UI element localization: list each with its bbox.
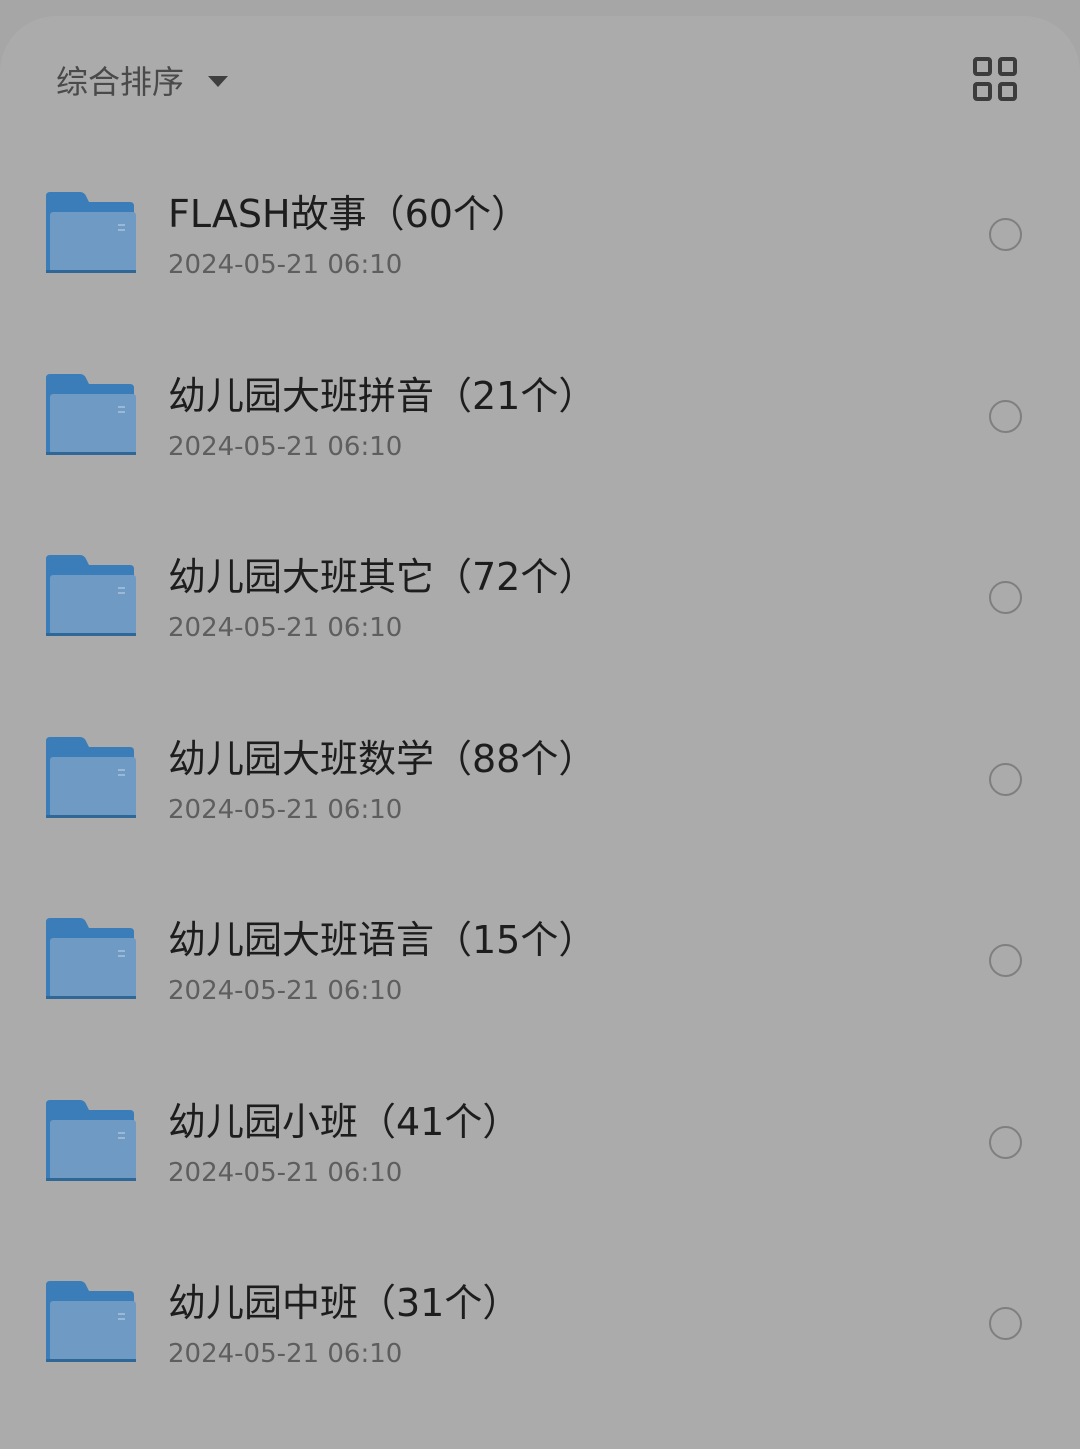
folder-row[interactable]: 幼儿园小班（41个） 2024-05-21 06:10 [0,1051,1080,1233]
select-radio[interactable] [989,399,1022,433]
select-radio[interactable] [989,1125,1022,1159]
folder-icon [44,192,138,276]
folder-name: 幼儿园大班语言（15个） [168,918,597,962]
folder-row[interactable]: 幼儿园大班拼音（21个） 2024-05-21 06:10 [0,325,1080,507]
folder-name: 幼儿园大班数学（88个） [168,736,597,781]
select-radio[interactable] [989,944,1022,977]
folder-icon [44,555,138,639]
folder-name: 幼儿园大班拼音（21个） [168,373,597,418]
folder-row[interactable]: FLASH故事（60个） 2024-05-21 06:10 [0,143,1080,325]
select-radio[interactable] [989,218,1022,251]
folder-date: 2024-05-21 06:10 [168,1157,403,1188]
folder-date: 2024-05-21 06:10 [168,613,403,643]
folder-date: 2024-05-21 06:10 [168,976,403,1006]
folder-icon [44,918,138,1002]
folder-icon [44,1281,138,1365]
folder-name: 幼儿园中班（31个） [168,1281,521,1325]
select-radio[interactable] [989,581,1022,614]
sort-dropdown[interactable]: 综合排序 [56,56,229,104]
select-radio[interactable] [989,762,1022,796]
folder-name: FLASH故事（60个） [168,192,529,236]
folder-date: 2024-05-21 06:10 [168,794,403,825]
folder-date: 2024-05-21 06:10 [168,431,403,462]
sort-label: 综合排序 [56,63,185,101]
folder-date: 2024-05-21 06:10 [168,1339,403,1369]
folder-icon [44,373,138,458]
caret-down-icon [208,75,229,87]
grid-view-icon[interactable] [972,56,1018,102]
folder-name: 幼儿园大班其它（72个） [168,555,597,599]
folder-date: 2024-05-21 06:10 [168,250,403,280]
folder-row[interactable]: 幼儿园大班其它（72个） 2024-05-21 06:10 [0,506,1080,688]
folder-name: 幼儿园小班（41个） [168,1099,521,1144]
list-toolbar: 综合排序 [0,16,1080,144]
folder-icon [44,736,138,821]
folder-icon [44,1099,138,1184]
folder-row[interactable]: 幼儿园大班语言（15个） 2024-05-21 06:10 [0,869,1080,1051]
folder-row[interactable]: 幼儿园大班数学（88个） 2024-05-21 06:10 [0,688,1080,870]
select-radio[interactable] [989,1307,1022,1340]
folder-row[interactable]: 幼儿园中班（31个） 2024-05-21 06:10 [0,1232,1080,1414]
file-list-sheet: 综合排序 FLASH故事（60个） 2024-05-21 06:10 幼儿园大班… [0,16,1080,1449]
folder-list: FLASH故事（60个） 2024-05-21 06:10 幼儿园大班拼音（21… [0,143,1080,1414]
